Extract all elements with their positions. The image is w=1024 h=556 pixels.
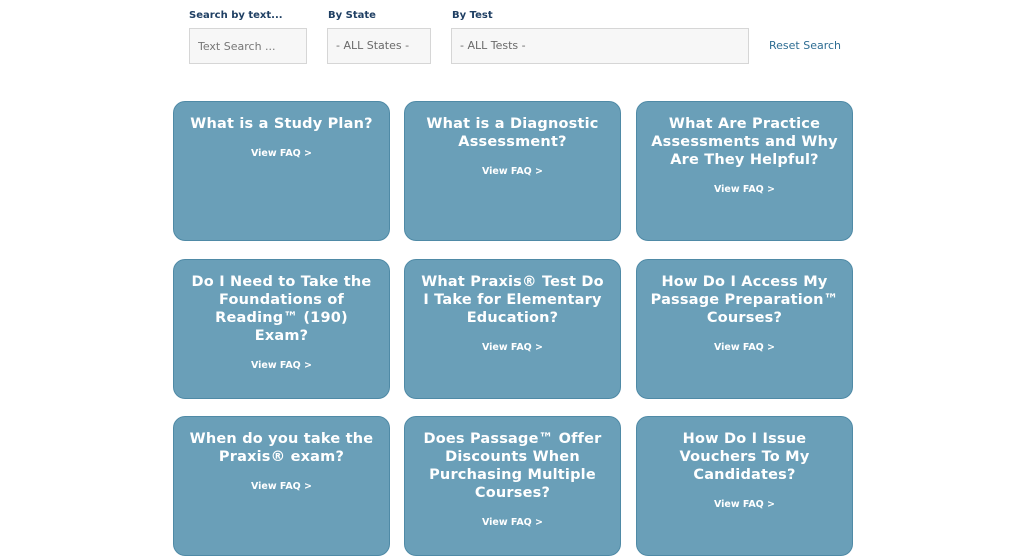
faq-card[interactable]: What Are Practice Assessments and Why Ar…	[636, 101, 853, 241]
view-faq-link[interactable]: View FAQ >	[174, 148, 389, 159]
view-faq-link[interactable]: View FAQ >	[405, 517, 620, 528]
faq-card-title: Do I Need to Take the Foundations of Rea…	[191, 274, 372, 344]
view-faq-link[interactable]: View FAQ >	[637, 499, 852, 510]
view-faq-link[interactable]: View FAQ >	[174, 360, 389, 371]
faq-card[interactable]: Do I Need to Take the Foundations of Rea…	[173, 259, 390, 399]
reset-search-link[interactable]: Reset Search	[769, 39, 841, 52]
faq-card[interactable]: How Do I Access My Passage Preparation™ …	[636, 259, 853, 399]
faq-card-title: What is a Diagnostic Assessment?	[426, 116, 599, 150]
text-search-label: Search by text...	[189, 10, 283, 21]
faq-card-title: What Praxis® Test Do I Take for Elementa…	[421, 274, 604, 326]
faq-card-title: How Do I Access My Passage Preparation™ …	[650, 274, 839, 326]
faq-card[interactable]: What Praxis® Test Do I Take for Elementa…	[404, 259, 621, 399]
view-faq-link[interactable]: View FAQ >	[405, 166, 620, 177]
faq-card[interactable]: How Do I Issue Vouchers To My Candidates…	[636, 416, 853, 556]
test-select[interactable]: - ALL Tests -	[451, 28, 749, 64]
view-faq-link[interactable]: View FAQ >	[637, 184, 852, 195]
view-faq-link[interactable]: View FAQ >	[174, 481, 389, 492]
text-search-input[interactable]	[189, 28, 307, 64]
faq-card[interactable]: What is a Study Plan? View FAQ >	[173, 101, 390, 241]
faq-card-title: What Are Practice Assessments and Why Ar…	[651, 116, 838, 168]
state-select-value: - ALL States -	[336, 39, 410, 52]
faq-card[interactable]: Does Passage™ Offer Discounts When Purch…	[404, 416, 621, 556]
faq-card[interactable]: When do you take the Praxis® exam? View …	[173, 416, 390, 556]
test-select-value: - ALL Tests -	[460, 39, 526, 52]
test-filter-label: By Test	[452, 10, 493, 21]
faq-card-title: When do you take the Praxis® exam?	[189, 431, 374, 465]
faq-card-title: How Do I Issue Vouchers To My Candidates…	[679, 431, 810, 483]
state-select[interactable]: - ALL States -	[327, 28, 431, 64]
faq-card[interactable]: What is a Diagnostic Assessment? View FA…	[404, 101, 621, 241]
search-filters: Search by text... By State - ALL States …	[0, 0, 1024, 90]
view-faq-link[interactable]: View FAQ >	[405, 342, 620, 353]
faq-card-title: Does Passage™ Offer Discounts When Purch…	[423, 431, 602, 501]
state-filter-label: By State	[328, 10, 376, 21]
faq-card-title: What is a Study Plan?	[190, 116, 373, 132]
view-faq-link[interactable]: View FAQ >	[637, 342, 852, 353]
